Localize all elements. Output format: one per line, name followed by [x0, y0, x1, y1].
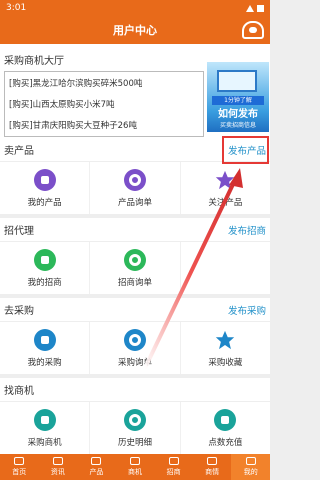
tab-profile[interactable]: 我的	[231, 454, 271, 480]
tab-label: 产品	[89, 468, 104, 476]
section-header: 招代理 发布招商	[0, 218, 270, 242]
history-details-button[interactable]: 历史明细	[90, 402, 181, 454]
tab-products[interactable]: 产品	[77, 454, 116, 480]
box-icon	[33, 168, 56, 191]
tab-label: 商情	[205, 468, 220, 476]
section-find-opportunities: 找商机 采购商机 历史明细 点数充值	[0, 378, 270, 454]
top-header: 用户中心	[0, 16, 270, 44]
purchase-favorites-button[interactable]: 采购收藏	[181, 322, 270, 374]
grid-item-label: 我的招商	[27, 277, 62, 288]
tab-label: 首页	[12, 468, 27, 476]
grid-item-label: 我的采购	[27, 357, 62, 368]
section-title: 招代理	[4, 226, 34, 237]
tab-news[interactable]: 资讯	[39, 454, 78, 480]
tab-market[interactable]: 商情	[193, 454, 232, 480]
purchase-inquiries-button[interactable]: 采购询单	[90, 322, 181, 374]
grid-item-label: 关注产品	[208, 197, 243, 208]
target-icon	[123, 328, 146, 351]
section-header: 去采购 发布采购	[0, 298, 270, 322]
target-icon	[123, 248, 146, 271]
tab-label: 商机	[128, 468, 143, 476]
empty-slot	[181, 242, 270, 294]
coins-icon	[214, 408, 237, 431]
highlight-box	[222, 136, 269, 164]
grid-icon	[33, 248, 56, 271]
status-time: 3:01	[6, 3, 27, 13]
tab-label: 招商	[166, 468, 181, 476]
grid-item-label: 历史明细	[117, 437, 152, 448]
server-icon	[33, 408, 56, 431]
battery-icon	[257, 4, 264, 12]
box-icon	[33, 328, 56, 351]
grid-item-label: 点数充值	[208, 437, 243, 448]
my-purchases-button[interactable]: 我的采购	[0, 322, 91, 374]
hall-title: 采购商机大厅	[4, 56, 64, 67]
opportunity-icon	[130, 457, 141, 465]
pie-icon	[123, 408, 146, 431]
hall-item[interactable]: [购买]甘肃庆阳购买大豆种子26吨	[5, 114, 203, 135]
tab-label: 我的	[243, 468, 258, 476]
followed-products-button[interactable]: 关注产品	[181, 162, 270, 214]
tab-opportunities[interactable]: 商机	[116, 454, 155, 480]
grid-item-label: 招商询单	[117, 277, 152, 288]
grid-item-label: 我的产品	[27, 197, 62, 208]
recharge-points-button[interactable]: 点数充值	[181, 402, 270, 454]
section-go-purchase: 去采购 发布采购 我的采购 采购询单 采购收藏	[0, 298, 270, 374]
section-title: 卖产品	[4, 146, 34, 157]
publish-recruitment-link[interactable]: 发布招商	[228, 223, 266, 237]
grid-item-label: 采购收藏	[208, 357, 243, 368]
product-icon	[91, 457, 102, 465]
banner-line-2: 如何发布	[218, 109, 258, 120]
tab-merchants[interactable]: 招商	[154, 454, 193, 480]
section-header: 找商机	[0, 378, 270, 402]
screen-illustration-icon	[217, 70, 257, 92]
page-title: 用户中心	[113, 24, 157, 37]
hall-list: [购买]黑龙江哈尔滨购买碎米500吨 [购买]山西太原购买小米7吨 [购买]甘肃…	[4, 71, 204, 137]
home-icon	[14, 457, 25, 465]
purchase-opportunities-button[interactable]: 采购商机	[0, 402, 91, 454]
bottom-tab-bar: 首页 资讯 产品 商机 招商 商情 我的	[0, 454, 271, 480]
publish-purchase-link[interactable]: 发布采购	[228, 303, 266, 317]
banner-line-3: 买卖招商信息	[219, 122, 256, 129]
hall-item[interactable]: [购买]山西太原购买小米7吨	[5, 93, 203, 114]
star-icon	[214, 169, 236, 191]
grid-item-label: 采购商机	[27, 437, 62, 448]
star-icon	[214, 329, 236, 351]
tab-label: 资讯	[50, 468, 65, 476]
section-title: 去采购	[4, 306, 34, 317]
product-inquiries-button[interactable]: 产品询单	[90, 162, 181, 214]
grid-item-label: 产品询单	[117, 197, 152, 208]
user-service-icon[interactable]	[242, 21, 264, 39]
section-title: 找商机	[4, 386, 34, 397]
target-icon	[123, 168, 146, 191]
news-icon	[52, 457, 63, 465]
merchant-icon	[168, 457, 179, 465]
section-recruit-agents: 招代理 发布招商 我的招商 招商询单	[0, 218, 270, 294]
my-recruitment-button[interactable]: 我的招商	[0, 242, 91, 294]
status-icons	[246, 4, 264, 12]
signal-icon	[246, 4, 254, 12]
tutorial-banner[interactable]: 1分钟了解 如何发布 买卖招商信息	[207, 62, 269, 132]
grid-item-label: 采购询单	[117, 357, 152, 368]
tab-home[interactable]: 首页	[0, 454, 39, 480]
banner-line-1: 1分钟了解	[212, 96, 264, 105]
profile-icon	[245, 457, 256, 465]
market-icon	[207, 457, 218, 465]
my-products-button[interactable]: 我的产品	[0, 162, 91, 214]
hall-item[interactable]: [购买]黑龙江哈尔滨购买碎米500吨	[5, 72, 203, 93]
recruitment-inquiries-button[interactable]: 招商询单	[90, 242, 181, 294]
status-bar: 3:01	[0, 0, 270, 16]
